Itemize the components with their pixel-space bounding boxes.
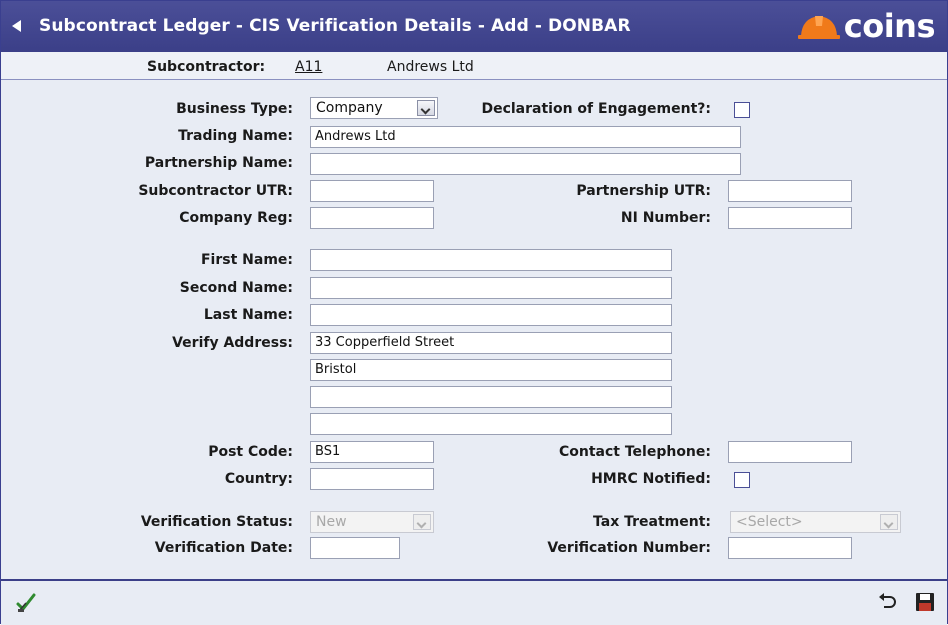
coins-logo: coins bbox=[797, 7, 936, 45]
title-bar: Subcontract Ledger - CIS Verification De… bbox=[1, 1, 947, 52]
subcontractor-bar: Subcontractor: A11 Andrews Ltd bbox=[1, 52, 947, 80]
tax-treatment-label: Tax Treatment: bbox=[593, 514, 711, 530]
first-name-label: First Name: bbox=[200, 252, 293, 268]
declaration-label: Declaration of Engagement?: bbox=[481, 101, 711, 117]
second-name-input[interactable] bbox=[310, 277, 672, 299]
chevron-down-icon bbox=[413, 514, 431, 530]
undo-icon[interactable] bbox=[876, 591, 898, 613]
ni-number-input[interactable] bbox=[728, 207, 852, 229]
approve-checkmark-icon[interactable] bbox=[15, 591, 37, 613]
chevron-down-icon bbox=[880, 514, 898, 530]
verification-number-input[interactable] bbox=[728, 537, 852, 559]
declaration-checkbox[interactable] bbox=[734, 102, 750, 118]
verification-status-label: Verification Status: bbox=[140, 514, 293, 530]
partnership-name-label: Partnership Name: bbox=[144, 155, 293, 171]
post-code-input[interactable]: BS1 bbox=[310, 441, 434, 463]
verify-address-label: Verify Address: bbox=[172, 335, 293, 351]
last-name-label: Last Name: bbox=[203, 307, 293, 323]
subcontractor-label: Subcontractor: bbox=[147, 59, 266, 75]
address-line-4-input[interactable] bbox=[310, 413, 672, 435]
business-type-select[interactable]: Company bbox=[310, 97, 438, 119]
second-name-label: Second Name: bbox=[179, 280, 293, 296]
first-name-input[interactable] bbox=[310, 249, 672, 271]
post-code-label: Post Code: bbox=[208, 444, 293, 460]
address-line-1-input[interactable]: 33 Copperfield Street bbox=[310, 332, 672, 354]
contact-telephone-input[interactable] bbox=[728, 441, 852, 463]
window-title: Subcontract Ledger - CIS Verification De… bbox=[39, 16, 631, 36]
contact-telephone-label: Contact Telephone: bbox=[558, 444, 711, 460]
subcontractor-name: Andrews Ltd bbox=[387, 59, 474, 75]
footer-toolbar bbox=[1, 579, 947, 625]
hardhat-icon bbox=[797, 16, 840, 39]
partnership-utr-label: Partnership UTR: bbox=[576, 183, 711, 199]
back-arrow-icon[interactable] bbox=[12, 20, 21, 32]
address-line-3-input[interactable] bbox=[310, 386, 672, 408]
subcontractor-code-link[interactable]: A11 bbox=[295, 59, 322, 75]
chevron-down-icon[interactable] bbox=[417, 100, 435, 116]
logo-text: coins bbox=[843, 7, 936, 45]
verification-status-select: New bbox=[310, 511, 434, 533]
hmrc-notified-label: HMRC Notified: bbox=[591, 471, 711, 487]
subcontractor-utr-input[interactable] bbox=[310, 180, 434, 202]
verification-status-value: New bbox=[316, 514, 347, 530]
subcontractor-utr-label: Subcontractor UTR: bbox=[138, 183, 293, 199]
cis-verification-window: Subcontract Ledger - CIS Verification De… bbox=[0, 0, 948, 625]
form-area: Business Type: Company Declaration of En… bbox=[1, 80, 947, 578]
company-reg-label: Company Reg: bbox=[179, 210, 293, 226]
verification-date-label: Verification Date: bbox=[154, 540, 293, 556]
hmrc-notified-checkbox[interactable] bbox=[734, 472, 750, 488]
address-line-2-input[interactable]: Bristol bbox=[310, 359, 672, 381]
verification-number-label: Verification Number: bbox=[547, 540, 711, 556]
tax-treatment-value: <Select> bbox=[736, 514, 803, 530]
company-reg-input[interactable] bbox=[310, 207, 434, 229]
trading-name-input[interactable]: Andrews Ltd bbox=[310, 126, 741, 148]
trading-name-label: Trading Name: bbox=[178, 128, 293, 144]
ni-number-label: NI Number: bbox=[620, 210, 711, 226]
country-label: Country: bbox=[224, 471, 293, 487]
business-type-value: Company bbox=[316, 100, 383, 116]
tax-treatment-select: <Select> bbox=[730, 511, 901, 533]
partnership-utr-input[interactable] bbox=[728, 180, 852, 202]
last-name-input[interactable] bbox=[310, 304, 672, 326]
save-disk-icon[interactable] bbox=[914, 591, 936, 613]
verification-date-input[interactable] bbox=[310, 537, 400, 559]
partnership-name-input[interactable] bbox=[310, 153, 741, 175]
business-type-label: Business Type: bbox=[176, 101, 293, 117]
country-input[interactable] bbox=[310, 468, 434, 490]
